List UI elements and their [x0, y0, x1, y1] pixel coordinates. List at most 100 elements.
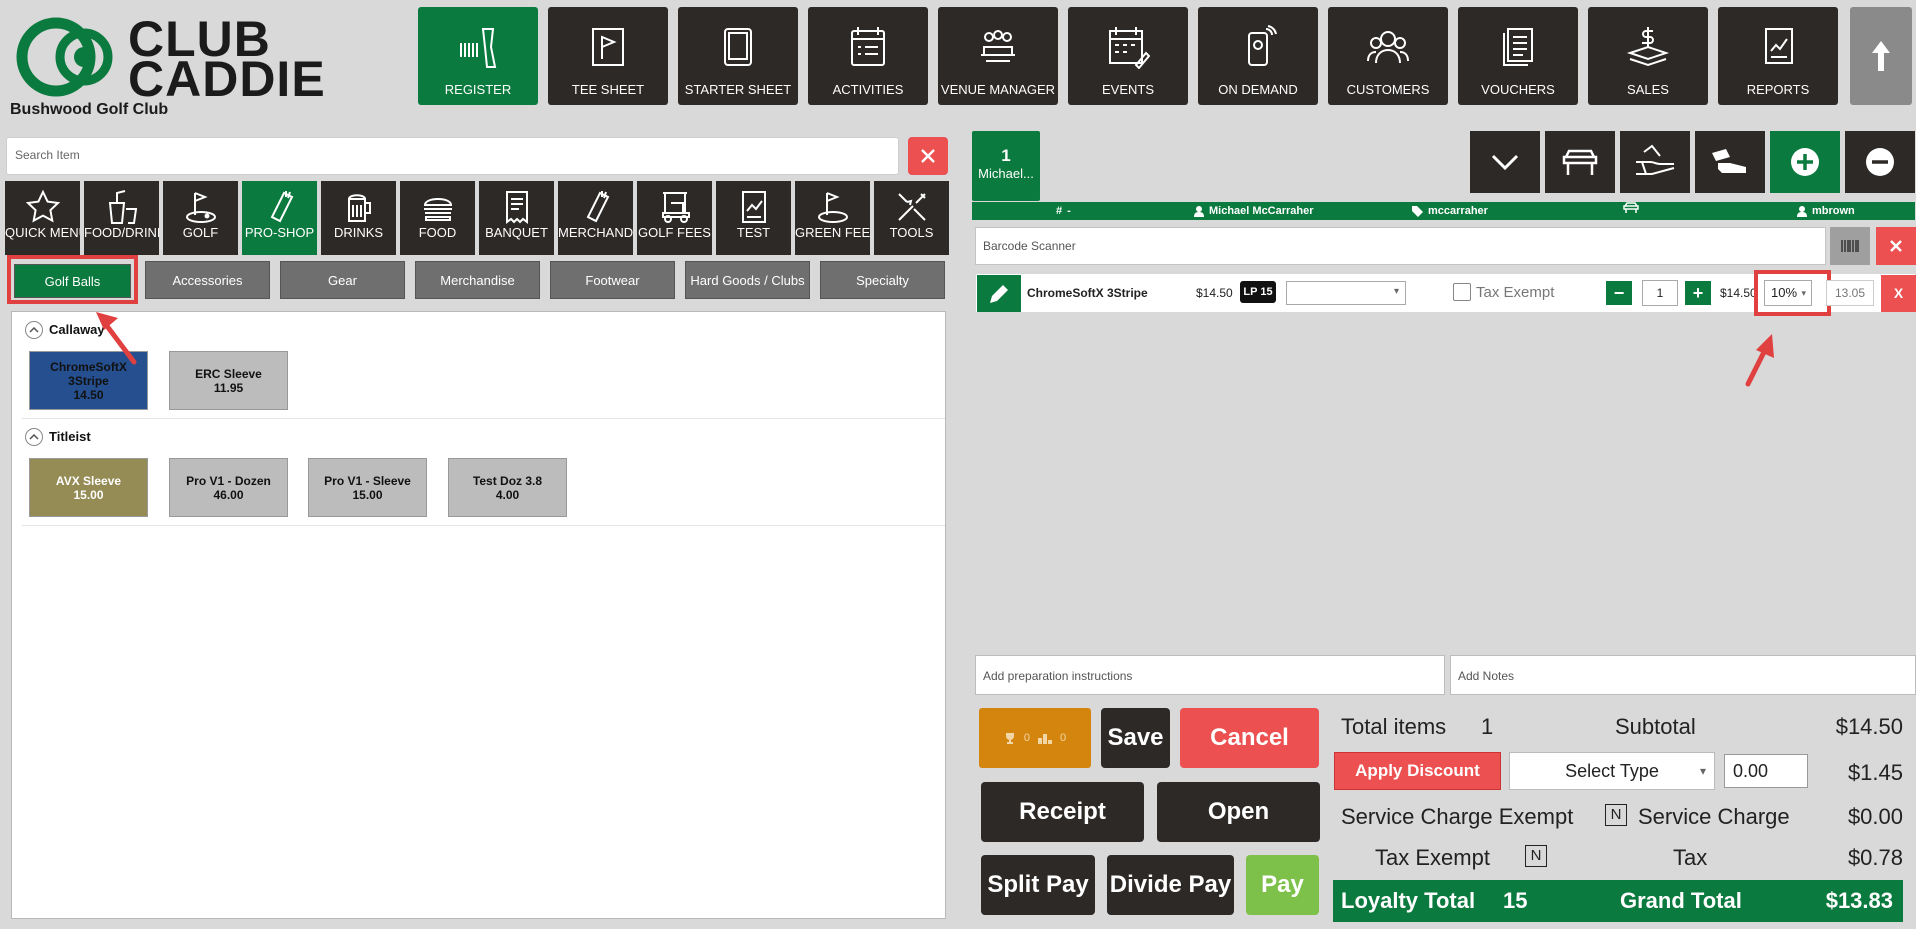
subcategory-merchandise[interactable]: Merchandise	[415, 261, 540, 299]
item-tile[interactable]: AVX Sleeve 15.00	[29, 458, 148, 517]
receipt-icon	[479, 189, 554, 229]
loyalty-a: 0	[1023, 732, 1030, 744]
order-tab[interactable]: 1 Michael...	[972, 131, 1040, 201]
item-tile[interactable]: Pro V1 - Sleeve 15.00	[308, 458, 427, 517]
category-tools[interactable]: TOOLS	[874, 181, 949, 255]
table-button[interactable]	[1545, 131, 1615, 193]
save-button[interactable]: Save	[1101, 708, 1170, 768]
loyalty-points-badge: LP 15	[1240, 281, 1276, 303]
edit-line-button[interactable]	[977, 275, 1021, 312]
subcategory-golf-balls[interactable]: Golf Balls	[14, 264, 131, 298]
document-icon	[1458, 25, 1578, 69]
pay-button[interactable]: Pay	[1246, 855, 1319, 915]
item-tile[interactable]: ERC Sleeve 11.95	[169, 351, 288, 410]
tag-info[interactable]: mccarraher	[1412, 202, 1488, 220]
barcode-button[interactable]	[1830, 227, 1870, 265]
customer-info[interactable]: Michael McCarraher	[1194, 202, 1314, 220]
category-quick-menu[interactable]: QUICK MENU	[5, 181, 80, 255]
barcode-clear-button[interactable]	[1876, 227, 1916, 265]
category-banquet[interactable]: BANQUET	[479, 181, 554, 255]
category-golf[interactable]: GOLF	[163, 181, 238, 255]
nav-on-demand[interactable]: ON DEMAND	[1198, 7, 1318, 105]
search-clear-button[interactable]	[908, 137, 948, 175]
qty-increase-button[interactable]: +	[1685, 281, 1711, 305]
golf-bag-icon	[242, 189, 317, 229]
open-button[interactable]: Open	[1157, 782, 1320, 842]
cancel-button[interactable]: Cancel	[1180, 708, 1319, 768]
subcategory-accessories[interactable]: Accessories	[145, 261, 270, 299]
discount-value-input[interactable]: 0.00	[1724, 754, 1808, 788]
notes-input[interactable]: Add Notes	[1450, 655, 1916, 695]
group-header-titleist[interactable]: Titleist	[25, 428, 91, 446]
nav-vouchers[interactable]: VOUCHERS	[1458, 7, 1578, 105]
money-icon	[1588, 25, 1708, 69]
apply-discount-button[interactable]: Apply Discount	[1334, 752, 1501, 790]
category-golf-fees[interactable]: GOLF FEES	[637, 181, 712, 255]
cart-info[interactable]	[1622, 202, 1645, 213]
category-test[interactable]: TEST	[716, 181, 791, 255]
nav-events-label: EVENTS	[1101, 82, 1154, 97]
hand-payment-button[interactable]	[1620, 131, 1690, 193]
item-tile[interactable]: Pro V1 - Dozen 46.00	[169, 458, 288, 517]
arrow-up-icon	[1872, 41, 1890, 71]
scroll-up-button[interactable]	[1850, 7, 1912, 105]
nav-sales[interactable]: SALES	[1588, 7, 1708, 105]
remove-line-button[interactable]: X	[1881, 275, 1916, 312]
tax-exempt-checkbox[interactable]	[1453, 283, 1471, 301]
divide-pay-button[interactable]: Divide Pay	[1107, 855, 1234, 915]
item-name: ERC Sleeve	[195, 366, 262, 381]
nav-register[interactable]: REGISTER	[418, 7, 538, 105]
subcategory-specialty[interactable]: Specialty	[820, 261, 945, 299]
loyalty-button[interactable]: 0 0	[979, 708, 1091, 768]
nav-activities-label: ACTIVITIES	[832, 82, 904, 97]
expand-button[interactable]	[1470, 131, 1540, 193]
server-info[interactable]: mbrown	[1797, 202, 1855, 220]
order-tab-number: 1	[1001, 146, 1011, 165]
divider	[22, 418, 945, 419]
subcategory-gear[interactable]: Gear	[280, 261, 405, 299]
receipt-button[interactable]: Receipt	[981, 782, 1144, 842]
subtotal-value: $14.50	[1835, 714, 1903, 739]
nav-reports[interactable]: REPORTS	[1718, 7, 1838, 105]
user-icon	[1194, 205, 1204, 217]
category-pro-shop[interactable]: PRO-SHOP	[242, 181, 317, 255]
service-exempt-toggle[interactable]: N	[1605, 804, 1627, 826]
split-pay-button[interactable]: Split Pay	[981, 855, 1095, 915]
minus-circle-icon	[1866, 148, 1894, 176]
item-price: 15.00	[352, 487, 383, 502]
nav-venue-manager[interactable]: VENUE MANAGER	[938, 7, 1058, 105]
flag-icon	[548, 25, 668, 69]
tax-exempt-summary-label: Tax Exempt	[1375, 845, 1490, 870]
barcode-input[interactable]: Barcode Scanner	[975, 227, 1826, 265]
customer-value: Michael McCarraher	[1209, 205, 1314, 217]
category-label: MERCHANDISE	[558, 225, 633, 240]
nav-activities[interactable]: ACTIVITIES	[808, 7, 928, 105]
tax-exempt-label: Tax Exempt	[1476, 284, 1555, 301]
table-info[interactable]: # -	[1056, 202, 1071, 220]
remove-order-button[interactable]	[1845, 131, 1915, 193]
add-order-button[interactable]	[1770, 131, 1840, 193]
category-green-fees[interactable]: GREEN FEES	[795, 181, 870, 255]
discount-type-select[interactable]: Select Type	[1509, 752, 1715, 790]
category-merchandise[interactable]: MERCHANDISE	[558, 181, 633, 255]
nav-events[interactable]: EVENTS	[1068, 7, 1188, 105]
category-drinks[interactable]: DRINKS	[321, 181, 396, 255]
qty-decrease-button[interactable]: −	[1606, 281, 1632, 305]
qty-input[interactable]: 1	[1642, 280, 1678, 306]
modifier-select[interactable]	[1286, 281, 1406, 305]
tax-exempt-toggle[interactable]: N	[1525, 845, 1547, 867]
card-payment-button[interactable]	[1695, 131, 1765, 193]
club-caddie-logo-icon	[16, 17, 113, 97]
barcode-scanner-icon	[418, 25, 538, 69]
subcategory-hard-goods[interactable]: Hard Goods / Clubs	[685, 261, 810, 299]
category-food[interactable]: FOOD	[400, 181, 475, 255]
prep-instructions-input[interactable]: Add preparation instructions	[975, 655, 1445, 695]
nav-starter-sheet[interactable]: STARTER SHEET	[678, 7, 798, 105]
nav-customers[interactable]: CUSTOMERS	[1328, 7, 1448, 105]
search-input[interactable]: Search Item	[6, 137, 899, 175]
grand-total-label: Grand Total	[1620, 888, 1742, 913]
nav-tee-sheet[interactable]: TEE SHEET	[548, 7, 668, 105]
category-food-drink[interactable]: FOOD/DRINK	[84, 181, 159, 255]
item-tile[interactable]: Test Doz 3.8 4.00	[448, 458, 567, 517]
subcategory-footwear[interactable]: Footwear	[550, 261, 675, 299]
